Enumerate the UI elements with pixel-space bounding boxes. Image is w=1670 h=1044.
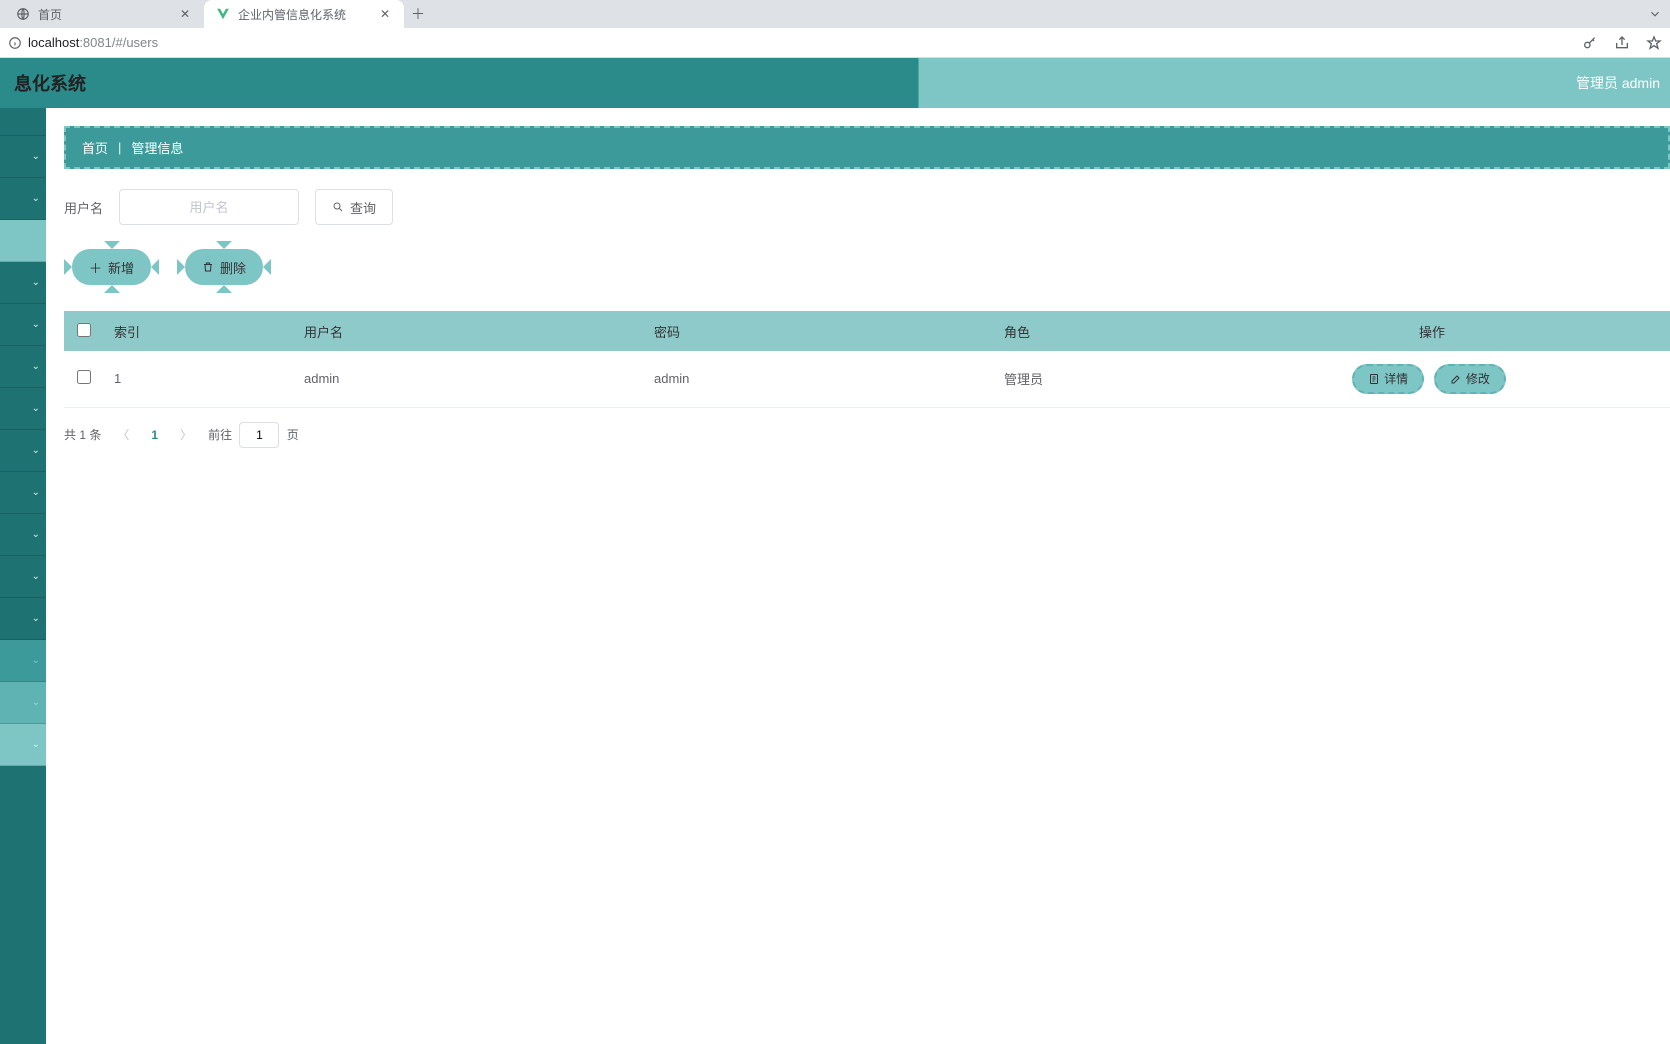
row-checkbox[interactable] xyxy=(77,370,91,384)
info-icon[interactable] xyxy=(8,36,22,50)
cell-password: admin xyxy=(644,351,994,407)
browser-tab-strip: 首页 ✕ 企业内管信息化系统 ✕ ＋ xyxy=(0,0,1670,28)
page-number[interactable]: 1 xyxy=(145,428,164,442)
add-button[interactable]: ＋ 新增 xyxy=(72,249,151,285)
share-icon[interactable] xyxy=(1614,35,1630,51)
globe-icon xyxy=(16,7,30,21)
breadcrumb-current: 管理信息 xyxy=(131,138,183,157)
chevron-down-icon: ⌄ xyxy=(32,277,40,288)
breadcrumb-home[interactable]: 首页 xyxy=(82,138,108,157)
cell-role: 管理员 xyxy=(994,351,1194,407)
pagination: 共 1 条 〈 1 〉 前往 页 xyxy=(64,422,1670,448)
next-page-button[interactable]: 〉 xyxy=(176,426,196,443)
sidebar-item[interactable]: ⌄ xyxy=(0,514,46,556)
browser-tab-active[interactable]: 企业内管信息化系统 ✕ xyxy=(204,0,404,28)
close-icon[interactable]: ✕ xyxy=(378,7,392,21)
action-row: ＋ 新增 删除 xyxy=(64,241,1670,293)
prev-page-button[interactable]: 〈 xyxy=(113,426,133,443)
goto-page-input[interactable] xyxy=(239,422,279,448)
sidebar-item[interactable]: ⌄ xyxy=(0,136,46,178)
plus-icon: ＋ xyxy=(89,258,102,277)
chevron-down-icon: ⌄ xyxy=(32,361,40,372)
col-index: 索引 xyxy=(104,311,294,351)
chevron-down-icon: ⌄ xyxy=(32,529,40,540)
sidebar-item[interactable]: ⌄ xyxy=(0,640,46,682)
chevron-down-icon: ⌄ xyxy=(32,739,40,750)
tabs-dropdown-icon[interactable] xyxy=(1648,7,1662,21)
key-icon[interactable] xyxy=(1582,35,1598,51)
chevron-down-icon: ⌄ xyxy=(32,571,40,582)
table-row: 1 admin admin 管理员 详情 修改 xyxy=(64,351,1670,407)
sidebar-item[interactable]: ⌄ xyxy=(0,346,46,388)
cell-index: 1 xyxy=(104,351,294,407)
search-row: 用户名 查询 xyxy=(64,189,1670,225)
search-icon xyxy=(332,201,344,213)
sidebar-item[interactable]: ⌄ xyxy=(0,472,46,514)
chevron-down-icon: ⌄ xyxy=(32,403,40,414)
close-icon[interactable]: ✕ xyxy=(178,7,192,21)
trash-icon xyxy=(202,261,214,273)
chevron-down-icon: ⌄ xyxy=(32,487,40,498)
app-header: 息化系统 管理员 admin xyxy=(0,58,1670,108)
breadcrumb: 首页 | 管理信息 xyxy=(64,126,1670,169)
cell-username: admin xyxy=(294,351,644,407)
sidebar-item[interactable]: ⌄ xyxy=(0,178,46,220)
browser-address-bar: localhost:8081/#/users xyxy=(0,28,1670,58)
sidebar-item[interactable]: ⌄ xyxy=(0,304,46,346)
delete-button[interactable]: 删除 xyxy=(185,249,263,285)
sidebar-item[interactable]: ⌄ xyxy=(0,430,46,472)
sidebar-item[interactable] xyxy=(0,108,46,136)
col-username: 用户名 xyxy=(294,311,644,351)
tab-title: 企业内管信息化系统 xyxy=(238,6,346,23)
breadcrumb-separator: | xyxy=(118,140,121,155)
sidebar-item[interactable]: ⌄ xyxy=(0,556,46,598)
chevron-down-icon: ⌄ xyxy=(32,697,40,708)
sidebar-item[interactable]: ⌄ xyxy=(0,598,46,640)
chevron-down-icon: ⌄ xyxy=(32,445,40,456)
query-button[interactable]: 查询 xyxy=(315,189,393,225)
goto-page: 前往 页 xyxy=(208,422,299,448)
main-content: 首页 | 管理信息 用户名 查询 ＋ 新增 删除 xyxy=(46,108,1670,1044)
star-icon[interactable] xyxy=(1646,35,1662,51)
chevron-down-icon: ⌄ xyxy=(32,655,40,666)
new-tab-button[interactable]: ＋ xyxy=(404,0,432,28)
chevron-down-icon: ⌄ xyxy=(32,151,40,162)
sidebar-item[interactable]: ⌄ xyxy=(0,724,46,766)
users-table: 索引 用户名 密码 角色 操作 1 admin admin 管理员 xyxy=(64,311,1670,408)
current-user[interactable]: 管理员 admin xyxy=(1576,73,1660,93)
document-icon xyxy=(1368,373,1380,385)
vue-icon xyxy=(216,7,230,21)
col-ops: 操作 xyxy=(1194,311,1670,351)
pagination-total: 共 1 条 xyxy=(64,426,101,443)
search-label: 用户名 xyxy=(64,198,103,217)
col-password: 密码 xyxy=(644,311,994,351)
tab-title: 首页 xyxy=(38,6,62,23)
chevron-down-icon: ⌄ xyxy=(32,613,40,624)
url-text[interactable]: localhost:8081/#/users xyxy=(28,35,1582,50)
sidebar-item[interactable]: ⌄ xyxy=(0,388,46,430)
select-all-checkbox[interactable] xyxy=(77,323,91,337)
sidebar-item[interactable]: ⌄ xyxy=(0,682,46,724)
sidebar: ⌄ ⌄ ⌄ ⌄ ⌄ ⌄ ⌄ ⌄ ⌄ ⌄ ⌄ ⌄ ⌄ ⌄ xyxy=(0,108,46,1044)
username-search-input[interactable] xyxy=(119,189,299,225)
sidebar-item[interactable]: ⌄ xyxy=(0,262,46,304)
col-role: 角色 xyxy=(994,311,1194,351)
chevron-down-icon: ⌄ xyxy=(32,319,40,330)
browser-tab[interactable]: 首页 ✕ xyxy=(4,0,204,28)
detail-button[interactable]: 详情 xyxy=(1352,364,1424,394)
chevron-down-icon: ⌄ xyxy=(32,193,40,204)
sidebar-item-active[interactable] xyxy=(0,220,46,262)
edit-icon xyxy=(1450,373,1462,385)
edit-button[interactable]: 修改 xyxy=(1434,364,1506,394)
app-title: 息化系统 xyxy=(14,70,86,96)
